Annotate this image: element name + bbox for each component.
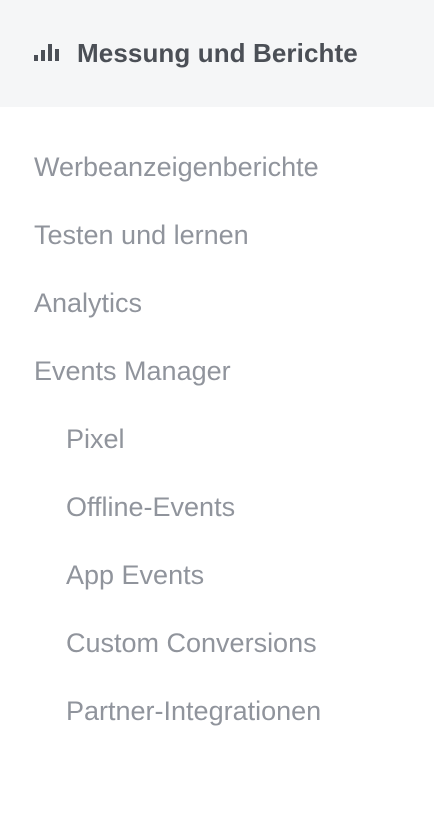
nav-list: Werbeanzeigenberichte Testen und lernen … (0, 107, 434, 759)
nav-item-testen-und-lernen[interactable]: Testen und lernen (0, 215, 434, 283)
section-title: Messung und Berichte (77, 38, 358, 68)
nav-subitem-app-events[interactable]: App Events (0, 555, 434, 623)
nav-subitem-custom-conversions[interactable]: Custom Conversions (0, 623, 434, 691)
nav-item-werbeanzeigenberichte[interactable]: Werbeanzeigenberichte (0, 147, 434, 215)
measurement-panel: Messung und Berichte Werbeanzeigenberich… (0, 0, 434, 816)
nav-subitem-offline-events[interactable]: Offline-Events (0, 487, 434, 555)
nav-subitem-pixel[interactable]: Pixel (0, 419, 434, 487)
nav-subitem-partner-integrationen[interactable]: Partner-Integrationen (0, 691, 434, 759)
nav-item-analytics[interactable]: Analytics (0, 283, 434, 351)
section-header: Messung und Berichte (0, 0, 434, 107)
bar-chart-icon (34, 41, 60, 61)
nav-item-events-manager[interactable]: Events Manager (0, 351, 434, 419)
